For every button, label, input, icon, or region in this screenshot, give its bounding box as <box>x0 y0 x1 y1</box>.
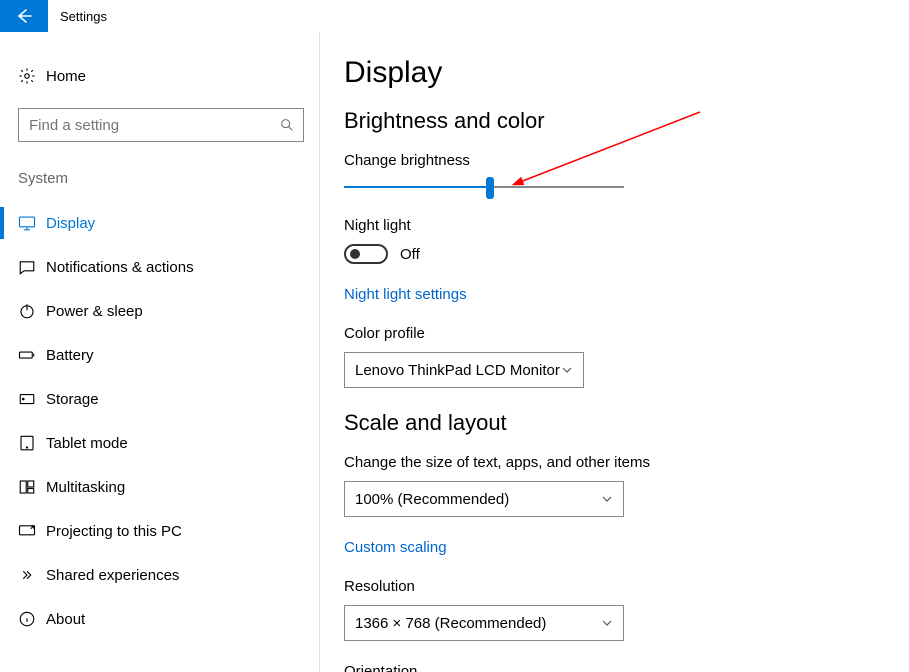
tablet-icon <box>18 434 46 452</box>
sidebar-item-label: Tablet mode <box>46 435 128 452</box>
resolution-label: Resolution <box>344 578 909 595</box>
toggle-knob <box>350 249 360 259</box>
sidebar-item-label: Notifications & actions <box>46 259 194 276</box>
sidebar-item-shared-experiences[interactable]: Shared experiences <box>0 553 319 597</box>
section-scale-title: Scale and layout <box>344 410 909 436</box>
chevron-down-icon <box>601 493 613 505</box>
sidebar-item-label: Projecting to this PC <box>46 523 182 540</box>
app-title: Settings <box>48 9 107 24</box>
slider-thumb[interactable] <box>486 177 494 199</box>
multitasking-icon <box>18 478 46 496</box>
title-bar: Settings <box>0 0 909 32</box>
sidebar-item-label: Storage <box>46 391 99 408</box>
sidebar-item-tablet-mode[interactable]: Tablet mode <box>0 421 319 465</box>
sidebar-home-label: Home <box>46 68 86 85</box>
sidebar: Home System Display Notifications & actio… <box>0 32 320 672</box>
brightness-slider[interactable] <box>344 179 624 195</box>
scale-label: Change the size of text, apps, and other… <box>344 454 909 471</box>
search-input[interactable] <box>27 116 279 135</box>
main-panel: Display Brightness and color Change brig… <box>320 32 909 672</box>
night-light-toggle[interactable] <box>344 244 388 264</box>
projecting-icon <box>18 522 46 540</box>
night-light-state: Off <box>400 246 420 263</box>
sidebar-item-storage[interactable]: Storage <box>0 377 319 421</box>
chevron-down-icon <box>561 364 573 376</box>
scale-value: 100% (Recommended) <box>355 491 509 508</box>
shared-icon <box>18 566 46 584</box>
night-light-settings-link[interactable]: Night light settings <box>344 286 467 303</box>
battery-icon <box>18 346 46 364</box>
resolution-dropdown[interactable]: 1366 × 768 (Recommended) <box>344 605 624 641</box>
back-button[interactable] <box>0 0 48 32</box>
search-icon <box>279 117 295 133</box>
orientation-label: Orientation <box>344 663 909 672</box>
sidebar-section-label: System <box>18 170 319 187</box>
sidebar-item-label: About <box>46 611 85 628</box>
section-brightness-title: Brightness and color <box>344 108 909 134</box>
color-profile-value: Lenovo ThinkPad LCD Monitor <box>355 362 560 379</box>
gear-icon <box>18 67 46 85</box>
night-light-label: Night light <box>344 217 909 234</box>
sidebar-item-label: Display <box>46 215 95 232</box>
notifications-icon <box>18 258 46 276</box>
sidebar-item-power-sleep[interactable]: Power & sleep <box>0 289 319 333</box>
sidebar-item-display[interactable]: Display <box>0 201 319 245</box>
custom-scaling-link[interactable]: Custom scaling <box>344 539 447 556</box>
display-icon <box>18 214 46 232</box>
slider-fill <box>344 186 490 188</box>
page-title: Display <box>344 56 909 90</box>
color-profile-label: Color profile <box>344 325 909 342</box>
storage-icon <box>18 390 46 408</box>
sidebar-item-label: Multitasking <box>46 479 125 496</box>
back-arrow-icon <box>15 7 33 25</box>
sidebar-item-label: Shared experiences <box>46 567 179 584</box>
resolution-value: 1366 × 768 (Recommended) <box>355 615 546 632</box>
sidebar-item-notifications-actions[interactable]: Notifications & actions <box>0 245 319 289</box>
sidebar-home[interactable]: Home <box>18 56 319 96</box>
scale-dropdown[interactable]: 100% (Recommended) <box>344 481 624 517</box>
search-box[interactable] <box>18 108 304 142</box>
chevron-down-icon <box>601 617 613 629</box>
about-icon <box>18 610 46 628</box>
color-profile-dropdown[interactable]: Lenovo ThinkPad LCD Monitor <box>344 352 584 388</box>
sidebar-item-label: Battery <box>46 347 94 364</box>
sidebar-item-about[interactable]: About <box>0 597 319 641</box>
sidebar-item-projecting-to-this-pc[interactable]: Projecting to this PC <box>0 509 319 553</box>
sidebar-item-battery[interactable]: Battery <box>0 333 319 377</box>
power-icon <box>18 302 46 320</box>
sidebar-item-multitasking[interactable]: Multitasking <box>0 465 319 509</box>
sidebar-item-label: Power & sleep <box>46 303 143 320</box>
brightness-label: Change brightness <box>344 152 909 169</box>
